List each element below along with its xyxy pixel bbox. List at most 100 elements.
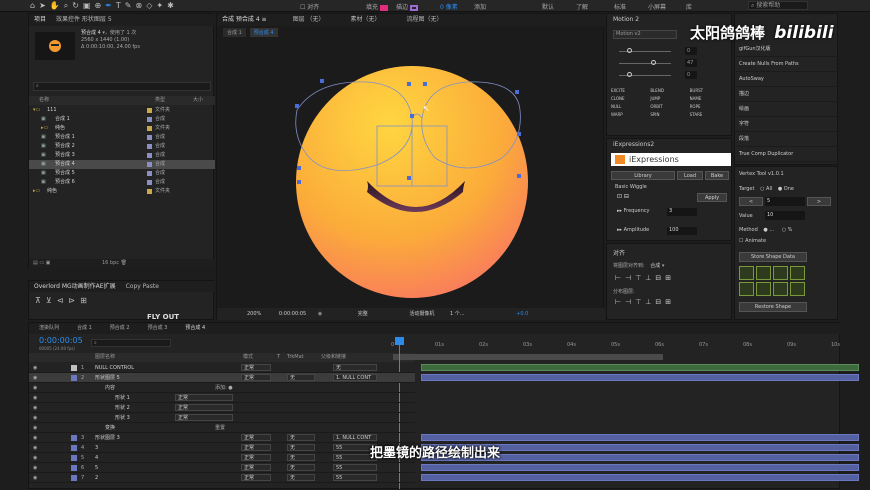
layer-mode[interactable]: 正常 <box>241 374 271 381</box>
snapshot-icon[interactable]: ◉ <box>318 311 322 317</box>
radio-one[interactable]: ● <box>778 186 782 192</box>
layer-mode[interactable]: 正常 <box>241 464 271 471</box>
hand-tool-icon[interactable]: ✋ <box>50 1 60 11</box>
layer-label-color[interactable] <box>71 435 77 441</box>
pen-tool-icon[interactable]: ✒ <box>105 1 112 11</box>
label-color[interactable] <box>147 180 152 185</box>
quality-value[interactable]: 完整 <box>358 311 368 317</box>
roto-brush-tool-icon[interactable]: ✦ <box>156 1 163 11</box>
value-input[interactable]: 10 <box>765 211 805 220</box>
views-value[interactable]: 1 个... <box>450 311 465 317</box>
interpret-icon[interactable]: ▤ <box>33 260 38 266</box>
script-item[interactable]: 字符 <box>735 117 839 132</box>
target-next-button[interactable]: > <box>807 197 831 206</box>
layer-mode[interactable]: 正常 <box>241 434 271 441</box>
col-type[interactable]: 类型 <box>155 96 165 105</box>
motion-button-burst[interactable]: BURST <box>690 88 729 93</box>
layer-parent[interactable]: 55 <box>333 464 377 471</box>
project-item[interactable]: ▸▭ 纯色 文件夹 <box>29 124 215 133</box>
workspace-default[interactable]: 默认 <box>542 2 554 11</box>
timeline-tab[interactable]: 渲染队列 <box>39 323 59 334</box>
motion-button-jump[interactable]: JUMP <box>650 96 689 101</box>
preset-icons[interactable]: ⊡ ⊟ <box>617 193 629 200</box>
visibility-eye-icon[interactable]: ◉ <box>33 403 37 413</box>
bpc-label[interactable]: 16 bpc <box>102 260 119 266</box>
subtab-precomp4[interactable]: 预合成 4 <box>249 28 278 37</box>
layer-trkmat[interactable]: 无 <box>287 474 315 481</box>
script-item[interactable]: True Comp Duplicator <box>735 147 839 162</box>
col-parent[interactable]: 父级和链接 <box>321 353 346 362</box>
apply-button[interactable]: Apply <box>697 193 727 202</box>
motion-button-orbit[interactable]: ORBIT <box>650 104 689 109</box>
selection-tool-icon[interactable]: ➤ <box>39 1 46 11</box>
stroke-control[interactable]: 描边 <box>396 2 420 11</box>
camera-value[interactable]: 活动摄像机 <box>409 311 434 317</box>
project-item[interactable]: ▣ 预合成 6 合成 <box>29 178 215 187</box>
exposure-value[interactable]: +0.0 <box>516 311 528 317</box>
timeline-search[interactable]: ⌕ <box>91 339 171 347</box>
visibility-eye-icon[interactable]: ◉ <box>33 373 37 383</box>
playhead-handle[interactable] <box>395 337 404 345</box>
slider-thumb[interactable] <box>627 72 632 77</box>
layer-label-color[interactable] <box>71 375 77 381</box>
motion-button-stare[interactable]: STARE <box>690 112 729 117</box>
canvas[interactable]: ↖ <box>217 40 605 308</box>
zoom-tool-icon[interactable]: ⌕ <box>64 1 68 11</box>
clone-stamp-tool-icon[interactable]: ⊗ <box>136 1 143 11</box>
amplitude-input[interactable]: 100 <box>667 227 697 235</box>
layer-parent[interactable]: 1. NULL CONT <box>333 374 377 381</box>
motion-value-1[interactable]: 0 <box>685 47 697 55</box>
timeline-timecode[interactable]: 0:00:00:05 <box>39 336 83 345</box>
label-color[interactable] <box>147 162 152 167</box>
layer-trkmat[interactable]: 无 <box>287 434 315 441</box>
label-color[interactable] <box>147 135 152 140</box>
layer-extra[interactable]: 添加: ● <box>215 383 233 393</box>
layer-name[interactable]: 内容 <box>105 383 115 393</box>
add-label[interactable]: 添加 <box>474 2 486 11</box>
timeline-layer-row[interactable]: ◉ 变换 重置 <box>29 423 415 433</box>
push-icon[interactable]: ⊞ <box>80 296 87 305</box>
puppet-tool-icon[interactable]: ✱ <box>167 1 174 11</box>
radio-method-1[interactable]: ● <box>763 227 767 233</box>
help-search[interactable]: ⌕ 搜索帮助 <box>748 1 808 10</box>
layer-trkmat[interactable]: 无 <box>287 374 315 381</box>
label-color[interactable] <box>147 108 152 113</box>
layer-mode[interactable]: 正常 <box>175 404 233 411</box>
layer-name[interactable]: 2 <box>95 473 98 483</box>
layer-name[interactable]: 变换 <box>105 423 115 433</box>
timeline-layer-row[interactable]: ◉ 7 2 正常 无 55 <box>29 473 415 483</box>
col-trkmat[interactable]: TrkMat <box>287 353 304 362</box>
rotate-tool-icon[interactable]: ↻ <box>72 1 79 11</box>
target-stepper[interactable]: 5 <box>765 197 805 206</box>
subtab-comp1[interactable]: 合成 1 <box>223 28 246 37</box>
frequency-toggle[interactable]: ▸▸ <box>617 208 622 214</box>
load-button[interactable]: Load <box>677 171 703 180</box>
motion-button-rope[interactable]: ROPE <box>690 104 729 109</box>
layer-label-color[interactable] <box>71 465 77 471</box>
restore-shape-button[interactable]: Restore Shape <box>739 302 807 312</box>
motion-button-null[interactable]: NULL <box>611 104 650 109</box>
layer-mode[interactable]: 正常 <box>241 364 271 371</box>
script-item[interactable]: gifGun汉化版 <box>735 42 839 57</box>
tab-overlord[interactable]: Overlord MG动画制作AE扩展 <box>29 281 121 293</box>
layer-parent[interactable]: 1. NULL CONT <box>333 434 377 441</box>
col-source-name[interactable]: 图层名称 <box>95 353 115 362</box>
stroke-swatch[interactable] <box>409 4 418 11</box>
script-item[interactable]: 段落 <box>735 132 839 147</box>
layer-trkmat[interactable]: 无 <box>287 464 315 471</box>
project-item[interactable]: ▣ 预合成 4 合成 <box>29 160 215 169</box>
type-tool-icon[interactable]: T <box>116 1 121 11</box>
label-color[interactable] <box>147 153 152 158</box>
workspace-small-screen[interactable]: 小屏幕 <box>648 2 666 11</box>
tab-footage[interactable]: 素材（无） <box>346 14 386 26</box>
frequency-input[interactable]: 3 <box>667 208 697 216</box>
vertex-tool-button[interactable] <box>790 282 805 296</box>
timeline-layer-row[interactable]: ◉ 形状 1 正常 <box>29 393 415 403</box>
vertex-tool-button[interactable] <box>739 282 754 296</box>
project-item[interactable]: ▣ 合成 1 合成 <box>29 115 215 124</box>
time-ruler[interactable]: 0 01s 02s 03s 04s 05s 06s 07s 08s 09s 10s <box>391 339 840 353</box>
home-icon[interactable]: ⌂ <box>30 1 35 11</box>
vertex-tool-button[interactable] <box>739 266 754 280</box>
label-color[interactable] <box>147 117 152 122</box>
motion-button-clone[interactable]: CLONE <box>611 96 650 101</box>
